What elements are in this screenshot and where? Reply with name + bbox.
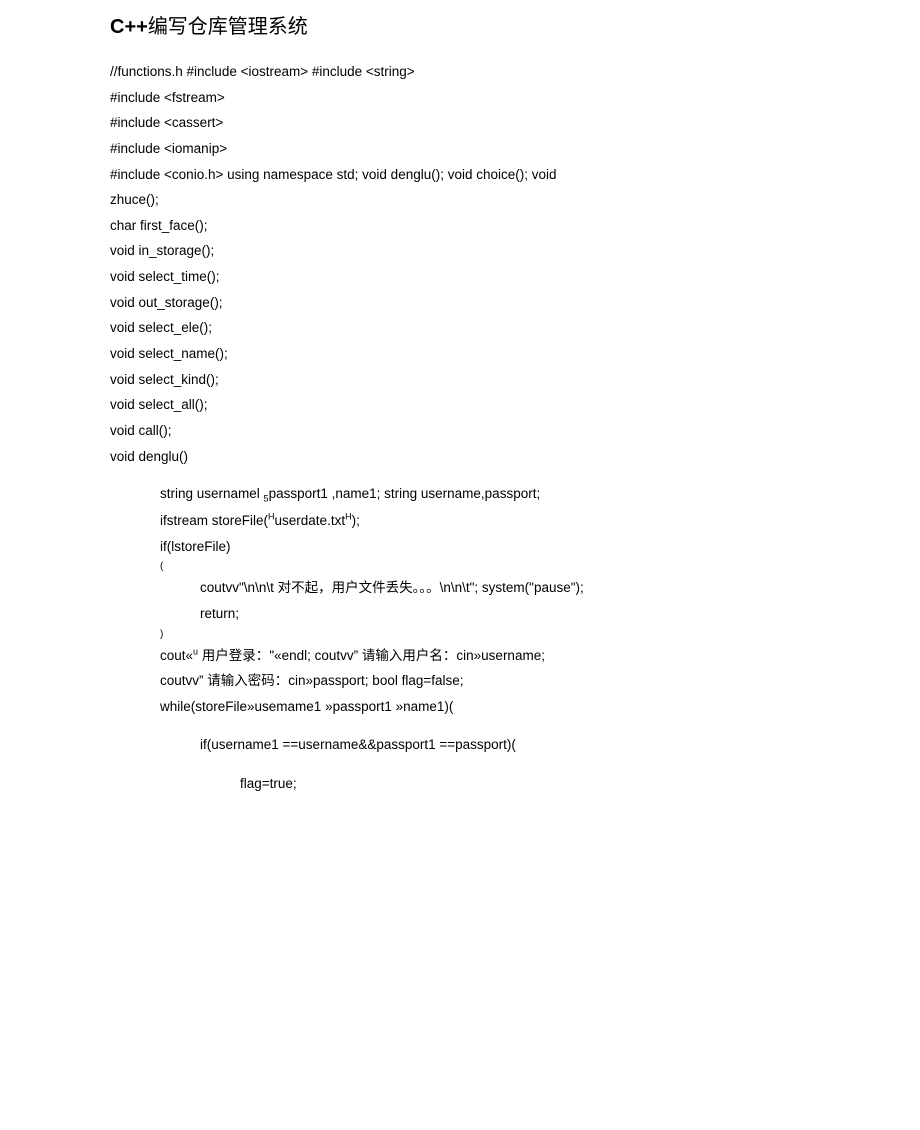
brace-open: ( [110, 559, 810, 575]
code-line: if(username1 ==username&&passport1 ==pas… [110, 732, 810, 758]
code-line: coutvv” 请输入密码：cin»passport; bool flag=fa… [110, 668, 810, 694]
text: cin»username; [456, 648, 545, 663]
brace-close: ) [110, 627, 810, 643]
cjk-text: 用户登录： [198, 648, 269, 663]
code-line: zhuce(); [110, 187, 810, 213]
text: cin»passport; bool flag=false; [288, 673, 463, 688]
code-block: if(username1 ==username&&passport1 ==pas… [110, 732, 810, 758]
code-line: flag=true; [110, 771, 810, 797]
code-line: #include <conio.h> using namespace std; … [110, 162, 810, 188]
code-line: void select_ele(); [110, 315, 810, 341]
code-line: if(lstoreFile) [110, 534, 810, 560]
code-line: #include <iomanip> [110, 136, 810, 162]
document-page: C++编写仓库管理系统 //functions.h #include <iost… [0, 10, 920, 797]
code-line: void call(); [110, 418, 810, 444]
cjk-text: 请输入密码： [207, 673, 288, 688]
code-line: void denglu() [110, 444, 810, 470]
cjk-text: 请输入用户名： [362, 648, 457, 663]
title-cjk: 编写仓库管理系统 [148, 16, 308, 38]
document-title: C++编写仓库管理系统 [110, 10, 810, 39]
code-line: string usernamel 5passport1 ,name1; stri… [110, 481, 810, 508]
code-line: void in_storage(); [110, 238, 810, 264]
text: ); [352, 513, 360, 528]
code-line: #include <fstream> [110, 85, 810, 111]
text: \n\n\t"; system("pause"); [440, 580, 584, 595]
code-line: cout«u 用户登录："«endl; coutvv” 请输入用户名：cin»u… [110, 643, 810, 669]
text: cout« [160, 648, 193, 663]
code-block: string usernamel 5passport1 ,name1; stri… [110, 481, 810, 719]
code-line: void select_time(); [110, 264, 810, 290]
code-line: #include <cassert> [110, 110, 810, 136]
text: string usernamel [160, 486, 264, 501]
code-line: ifstream storeFile(Huserdate.txtH); [110, 508, 810, 534]
code-line: //functions.h #include <iostream> #inclu… [110, 59, 810, 85]
text: userdate.txt [275, 513, 346, 528]
text: passport1 ,name1; string username,passpo… [269, 486, 541, 501]
code-line: char first_face(); [110, 213, 810, 239]
code-line: while(storeFile»usemame1 »passport1 »nam… [110, 694, 810, 720]
code-line: return; [110, 601, 810, 627]
text: "«endl; coutvv” [269, 648, 362, 663]
text: ifstream storeFile( [160, 513, 268, 528]
code-line: void out_storage(); [110, 290, 810, 316]
cjk-text: 对不起，用户文件丢失。。。 [278, 580, 440, 595]
code-line: coutvv"\n\n\t 对不起，用户文件丢失。。。\n\n\t"; syst… [110, 575, 810, 601]
code-line: void select_kind(); [110, 367, 810, 393]
code-block: flag=true; [110, 771, 810, 797]
code-line: void select_name(); [110, 341, 810, 367]
text: coutvv"\n\n\t [200, 580, 278, 595]
title-prefix: C++ [110, 16, 148, 38]
text: coutvv” [160, 673, 207, 688]
code-line: void select_all(); [110, 392, 810, 418]
